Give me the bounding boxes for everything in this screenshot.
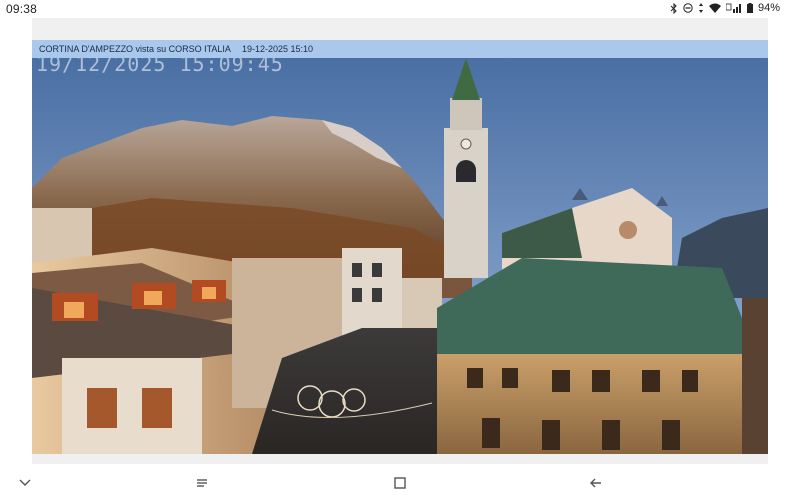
lte-signal-icon xyxy=(725,3,742,13)
webcam-caption-bar: CORTINA D'AMPEZZO vista su CORSO ITALIA … xyxy=(32,40,768,58)
clock: 09:38 xyxy=(6,2,38,16)
webcam-image[interactable]: 19/12/2025 15:09:45 xyxy=(32,58,768,454)
webcam-datetime: 19-12-2025 15:10 xyxy=(242,44,314,54)
home-icon[interactable] xyxy=(391,474,409,492)
webcam-title: CORTINA D'AMPEZZO vista su CORSO ITALIA xyxy=(39,44,231,54)
battery-percent: 94% xyxy=(757,2,780,14)
data-arrows-icon xyxy=(698,3,704,13)
back-icon[interactable] xyxy=(587,474,605,492)
navigation-bar xyxy=(0,466,800,500)
wifi-icon xyxy=(708,3,721,13)
webcam-scene xyxy=(32,58,768,454)
bluetooth-icon xyxy=(670,2,678,14)
chevron-down-icon[interactable] xyxy=(16,474,34,492)
webcam-overlay-timestamp: 19/12/2025 15:09:45 xyxy=(36,58,284,76)
recents-icon[interactable] xyxy=(193,474,211,492)
battery-icon xyxy=(746,3,753,13)
status-bar: 09:38 94% xyxy=(0,0,800,18)
status-icons: 94% xyxy=(670,2,780,14)
do-not-disturb-icon xyxy=(683,3,693,13)
webcam-viewer: CORTINA D'AMPEZZO vista su CORSO ITALIA … xyxy=(32,18,768,464)
